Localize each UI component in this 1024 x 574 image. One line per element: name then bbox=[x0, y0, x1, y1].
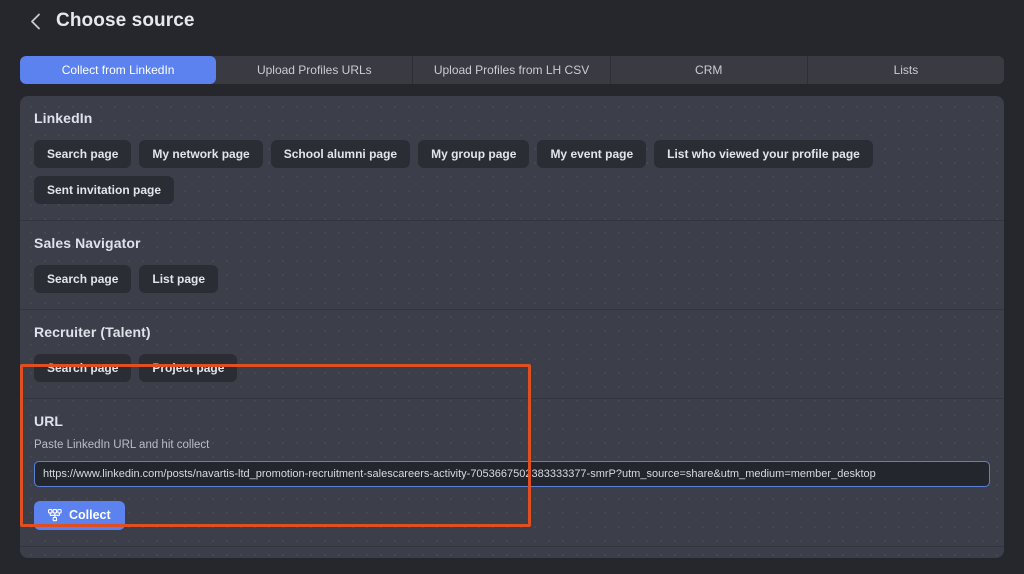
chip-sales-navigator-search-page[interactable]: Search page bbox=[34, 265, 131, 293]
chip-linkedin-my-network-page[interactable]: My network page bbox=[139, 140, 262, 168]
chip-recruiter-search-page[interactable]: Search page bbox=[34, 354, 131, 382]
network-nodes-icon bbox=[48, 509, 62, 522]
chip-linkedin-school-alumni-page[interactable]: School alumni page bbox=[271, 140, 410, 168]
back-chevron-icon[interactable] bbox=[24, 10, 46, 32]
tab-upload-profiles-urls[interactable]: Upload Profiles URLs bbox=[216, 56, 413, 84]
chip-linkedin-my-event-page[interactable]: My event page bbox=[537, 140, 646, 168]
chip-linkedin-my-group-page[interactable]: My group page bbox=[418, 140, 529, 168]
section-title: Sales Navigator bbox=[34, 235, 990, 251]
collect-button-label: Collect bbox=[69, 509, 111, 522]
tab-lists[interactable]: Lists bbox=[808, 56, 1004, 84]
chip-row-recruiter: Search page Project page bbox=[34, 354, 990, 382]
tab-collect-from-linkedin[interactable]: Collect from LinkedIn bbox=[20, 56, 216, 84]
chip-recruiter-project-page[interactable]: Project page bbox=[139, 354, 237, 382]
section-title: LinkedIn bbox=[34, 110, 990, 126]
tab-label: CRM bbox=[695, 63, 722, 77]
source-tab-bar: Collect from LinkedIn Upload Profiles UR… bbox=[20, 56, 1004, 84]
chip-sales-navigator-list-page[interactable]: List page bbox=[139, 265, 218, 293]
tab-crm[interactable]: CRM bbox=[611, 56, 808, 84]
section-title: URL bbox=[34, 413, 990, 429]
tab-label: Lists bbox=[894, 63, 919, 77]
source-options-panel: LinkedIn Search page My network page Sch… bbox=[20, 96, 1004, 558]
tab-label: Collect from LinkedIn bbox=[62, 63, 175, 77]
section-recruiter-talent: Recruiter (Talent) Search page Project p… bbox=[20, 310, 1004, 399]
chip-linkedin-sent-invitation-page[interactable]: Sent invitation page bbox=[34, 176, 174, 204]
url-input[interactable] bbox=[34, 461, 990, 487]
collect-button[interactable]: Collect bbox=[34, 501, 125, 530]
tab-label: Upload Profiles from LH CSV bbox=[434, 63, 589, 77]
chip-row-sales-navigator: Search page List page bbox=[34, 265, 990, 293]
chip-linkedin-list-who-viewed-your-profile-page[interactable]: List who viewed your profile page bbox=[654, 140, 873, 168]
url-hint-text: Paste LinkedIn URL and hit collect bbox=[34, 439, 990, 451]
section-empty-footer bbox=[20, 547, 1004, 558]
page-header: Choose source bbox=[0, 0, 1024, 42]
chip-linkedin-search-page[interactable]: Search page bbox=[34, 140, 131, 168]
section-linkedin: LinkedIn Search page My network page Sch… bbox=[20, 96, 1004, 221]
chip-row-linkedin: Search page My network page School alumn… bbox=[34, 140, 990, 204]
section-title: Recruiter (Talent) bbox=[34, 324, 990, 340]
section-url: URL Paste LinkedIn URL and hit collect C… bbox=[20, 399, 1004, 547]
section-sales-navigator: Sales Navigator Search page List page bbox=[20, 221, 1004, 310]
tab-upload-profiles-from-lh-csv[interactable]: Upload Profiles from LH CSV bbox=[413, 56, 610, 84]
page-title: Choose source bbox=[56, 10, 195, 32]
tab-label: Upload Profiles URLs bbox=[257, 63, 372, 77]
